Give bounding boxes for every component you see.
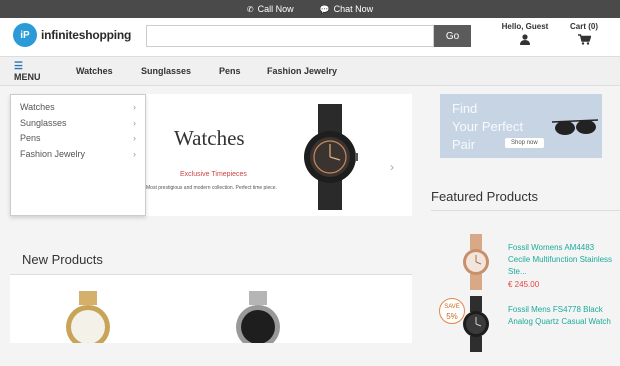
nav-link-fashion-jewelry[interactable]: Fashion Jewelry <box>267 66 337 76</box>
new-product-image[interactable] <box>62 291 114 343</box>
featured-divider <box>431 210 620 211</box>
save-badge-percent: 5% <box>446 312 458 321</box>
chevron-right-icon: › <box>133 117 136 128</box>
category-dropdown: Watches › Sunglasses › Pens › Fashion Je… <box>10 94 146 216</box>
account-link[interactable]: Hello, Guest <box>498 22 552 48</box>
chat-now-link[interactable]: 💬 Chat Now <box>320 4 373 14</box>
shopping-cart-icon <box>565 34 603 48</box>
slide-watch-image <box>304 104 358 210</box>
sunglasses-promo-banner[interactable]: Find Your Perfect Pair Shop now <box>440 94 602 158</box>
hamburger-icon: ☰ <box>14 61 23 72</box>
promo-line-1: Find <box>452 101 478 116</box>
chevron-right-icon: › <box>133 102 136 112</box>
product-name[interactable]: Fossil Womens AM4483 Cecile Multifunctio… <box>508 242 618 278</box>
menu-label: MENU <box>14 72 41 82</box>
new-product-image[interactable] <box>232 291 284 343</box>
logo-text: infiniteshopping <box>41 28 132 42</box>
slide-title: Watches <box>174 126 245 150</box>
nav-link-watches[interactable]: Watches <box>76 66 113 76</box>
cart-label: Cart (0) <box>569 22 598 31</box>
dropdown-item-label: Pens <box>20 133 41 143</box>
search-go-button[interactable]: Go <box>434 25 471 47</box>
user-icon <box>498 34 552 48</box>
featured-product-card[interactable]: Fossil Womens AM4483 Cecile Multifunctio… <box>431 234 620 304</box>
product-image <box>463 234 489 290</box>
slide-description: Most prestigious and modern collection. … <box>146 185 277 191</box>
header: iP infiniteshopping Go Hello, Guest Cart… <box>0 18 620 56</box>
product-name[interactable]: Fossil Mens FS4778 Black Analog Quartz C… <box>508 304 618 328</box>
call-now-label: Call Now <box>257 4 294 14</box>
dropdown-item-label: Fashion Jewelry <box>20 148 86 159</box>
top-bar: ✆ Call Now 💬 Chat Now <box>0 0 620 18</box>
dropdown-item-label: Watches <box>20 102 55 112</box>
search-input[interactable] <box>146 25 434 47</box>
logo-mark: iP <box>13 23 37 47</box>
chat-bubble-icon: 💬 <box>319 4 330 14</box>
dropdown-item-fashion-jewelry[interactable]: Fashion Jewelry › <box>11 147 145 163</box>
nav-link-sunglasses[interactable]: Sunglasses <box>141 66 191 76</box>
account-label: Hello, Guest <box>501 22 549 31</box>
menu-button[interactable]: ☰ MENU <box>14 61 41 83</box>
site-logo[interactable]: iP infiniteshopping <box>13 23 131 47</box>
featured-products-heading: Featured Products <box>431 189 538 204</box>
dropdown-item-pens[interactable]: Pens › <box>11 131 145 147</box>
save-badge: SAVE 5% <box>439 298 465 324</box>
dropdown-item-watches[interactable]: Watches › <box>11 100 145 116</box>
featured-product-card[interactable]: SAVE 5% Fossil Mens FS4778 Black Analog … <box>431 296 620 366</box>
cart-link[interactable]: Cart (0) <box>565 22 603 48</box>
nav-link-pens[interactable]: Pens <box>219 66 241 76</box>
new-products-grid <box>10 275 412 343</box>
promo-shop-now-button[interactable]: Shop now <box>505 138 544 148</box>
new-products-heading: New Products <box>22 252 103 267</box>
product-price: € 245.00 <box>508 280 540 289</box>
chevron-right-icon: › <box>133 148 136 159</box>
chevron-right-icon: › <box>133 133 136 143</box>
slide-subtitle: Exclusive Timepieces <box>180 171 247 178</box>
slider-next-arrow[interactable]: › <box>390 160 394 174</box>
product-image <box>463 296 489 352</box>
dropdown-item-sunglasses[interactable]: Sunglasses › <box>11 116 145 132</box>
main-nav: ☰ MENU Watches Sunglasses Pens Fashion J… <box>0 56 620 86</box>
promo-line-2: Your Perfect <box>452 119 524 134</box>
sunglasses-image <box>552 119 598 135</box>
save-badge-label: SAVE <box>444 304 460 310</box>
call-now-link[interactable]: ✆ Call Now <box>247 4 294 14</box>
dropdown-item-label: Sunglasses <box>20 117 67 128</box>
phone-icon: ✆ <box>246 4 254 14</box>
chat-now-label: Chat Now <box>333 4 374 14</box>
